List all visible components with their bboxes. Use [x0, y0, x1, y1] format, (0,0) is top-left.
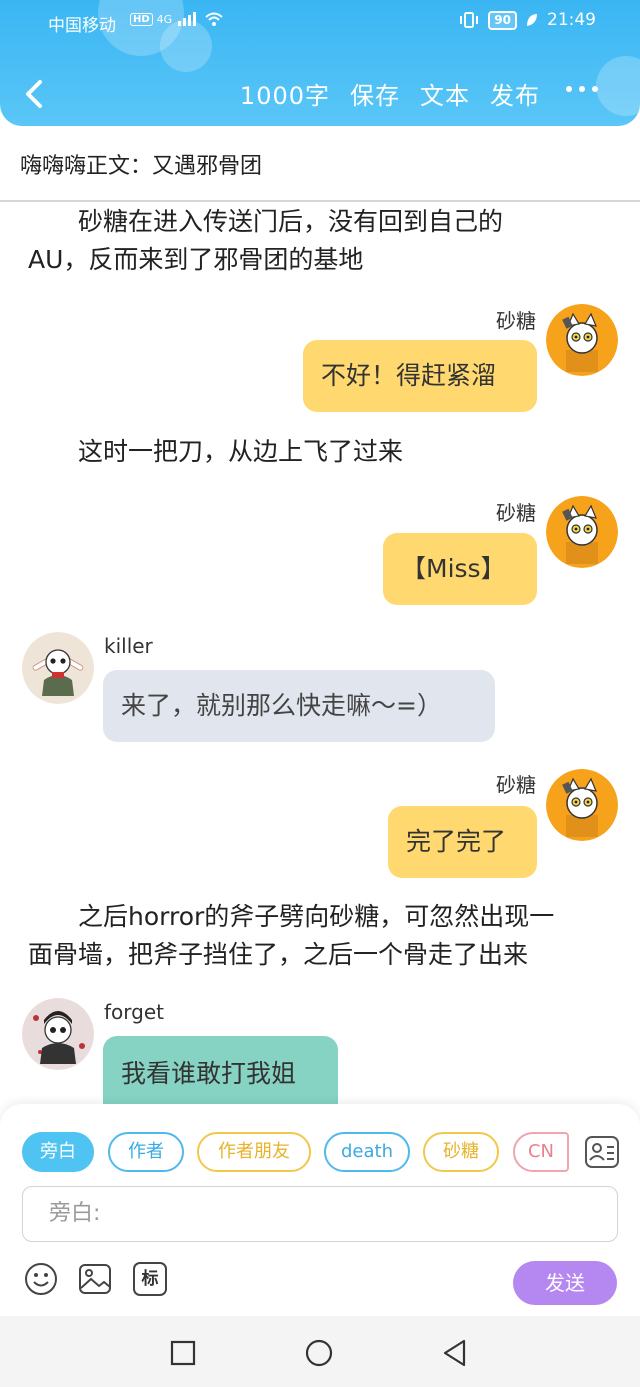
back-arrow-icon[interactable]: [20, 74, 50, 114]
carrier-name: 中国移动: [48, 16, 116, 36]
speaker-name: 砂糖: [496, 309, 536, 333]
message-bubble[interactable]: 来了，就别那么快走嘛～=）: [103, 670, 495, 742]
narration-block: 这时一把刀，从边上飞了过来: [28, 433, 612, 471]
toolbar-actions: 1000字 保存 文本 发布: [240, 76, 540, 111]
image-icon[interactable]: [78, 1262, 112, 1296]
avatar-sugar[interactable]: [546, 769, 618, 841]
narration-line: 面骨墙，把斧子挡住了，之后一个骨走了出来: [28, 940, 529, 969]
more-options-icon[interactable]: [566, 86, 598, 92]
narration-line: 这时一把刀，从边上飞了过来: [78, 437, 404, 466]
emoji-icon[interactable]: [24, 1262, 58, 1296]
narration-line: AU，反而来到了邪骨团的基地: [28, 245, 364, 274]
save-button[interactable]: 保存: [350, 76, 400, 111]
status-bar: 中国移动 HD 4G 90 21:49: [0, 0, 640, 44]
roster-icon[interactable]: [584, 1134, 620, 1170]
tag-button[interactable]: 标: [133, 1262, 167, 1296]
status-right: 90 21:49: [458, 10, 596, 30]
speaker-name: 砂糖: [496, 773, 536, 797]
chapter-title[interactable]: 嗨嗨嗨正文：又遇邪骨团: [20, 148, 262, 180]
role-chip-cn[interactable]: CN: [513, 1132, 569, 1172]
battery-indicator: 90: [488, 10, 517, 30]
header-bar: 中国移动 HD 4G 90 21:49 1000字 保存 文本 发布: [0, 0, 640, 126]
home-icon[interactable]: [304, 1338, 334, 1368]
vibrate-icon: [460, 12, 479, 28]
narration-block: 砂糖在进入传送门后，没有回到自己的 AU，反而来到了邪骨团的基地: [28, 203, 612, 279]
composer-panel: 旁白 作者 作者朋友 death 砂糖 CN 旁白: 标 发送: [0, 1104, 640, 1316]
network-indicators: HD 4G: [130, 11, 224, 27]
message-bubble[interactable]: 不好！得赶紧溜: [303, 340, 537, 412]
recent-apps-icon[interactable]: [168, 1338, 198, 1368]
signal-icon: [178, 12, 197, 26]
narration-line: 砂糖在进入传送门后，没有回到自己的: [78, 207, 504, 236]
avatar-killer[interactable]: [22, 632, 94, 704]
message-bubble[interactable]: 我看谁敢打我姐: [103, 1036, 338, 1104]
role-chip-sugar[interactable]: 砂糖: [423, 1132, 499, 1172]
word-count-button[interactable]: 1000字: [240, 76, 330, 111]
narration-block: 之后horror的斧子劈向砂糖，可忽然出现一 面骨墙，把斧子挡住了，之后一个骨走…: [28, 898, 612, 974]
narration-line: 之后horror的斧子劈向砂糖，可忽然出现一: [78, 902, 555, 931]
text-mode-button[interactable]: 文本: [420, 76, 470, 111]
tag-label: 标: [141, 1269, 159, 1289]
message-bubble[interactable]: 完了完了: [388, 806, 537, 878]
send-button[interactable]: 发送: [513, 1261, 617, 1305]
role-chip-narrator[interactable]: 旁白: [22, 1132, 94, 1172]
network-type: 4G: [156, 12, 173, 26]
role-chip-death[interactable]: death: [324, 1132, 410, 1172]
wifi-icon: [205, 12, 223, 26]
back-triangle-icon[interactable]: [440, 1338, 470, 1368]
avatar-forget[interactable]: [22, 998, 94, 1070]
divider: [0, 200, 640, 202]
role-chip-author[interactable]: 作者: [108, 1132, 184, 1172]
editor-toolbar: 1000字 保存 文本 发布: [0, 70, 640, 118]
message-bubble[interactable]: 【Miss】: [383, 533, 537, 605]
clock: 21:49: [547, 10, 596, 30]
hd-badge: HD: [130, 12, 153, 26]
speaker-name: killer: [104, 634, 153, 658]
dialogue-input[interactable]: 旁白:: [22, 1186, 618, 1242]
speaker-name: forget: [104, 1000, 164, 1024]
system-nav-bar: [0, 1316, 640, 1387]
avatar-sugar[interactable]: [546, 496, 618, 568]
speaker-name: 砂糖: [496, 501, 536, 525]
leaf-icon: [527, 14, 537, 26]
role-chip-author-friend[interactable]: 作者朋友: [197, 1132, 311, 1172]
publish-button[interactable]: 发布: [490, 76, 540, 111]
avatar-sugar[interactable]: [546, 304, 618, 376]
